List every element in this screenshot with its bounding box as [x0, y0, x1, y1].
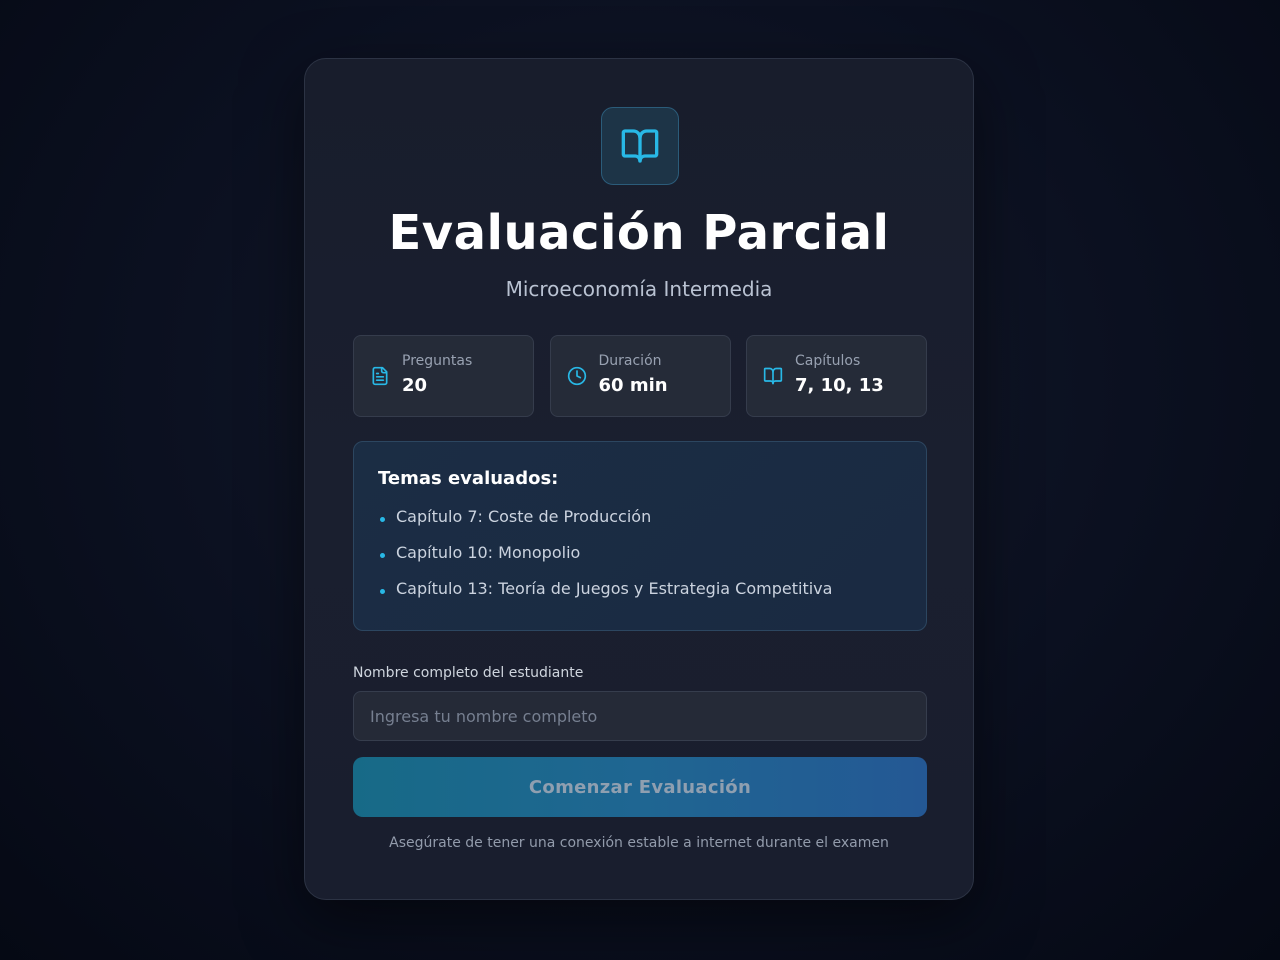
stat-label: Duración — [598, 353, 662, 369]
stat-label: Preguntas — [402, 353, 473, 369]
topics-heading: Temas evaluados: — [378, 468, 559, 489]
book-open-icon — [621, 129, 659, 163]
connection-note: Asegúrate de tener una conexión estable … — [389, 835, 889, 851]
exam-card: Evaluación Parcial Microeconomía Interme… — [304, 58, 974, 900]
name-field-label: Nombre completo del estudiante — [353, 665, 584, 681]
stat-value: 20 — [402, 375, 428, 396]
topics-list: Capítulo 7: Coste de Producción Capítulo… — [378, 506, 832, 614]
exam-stats: Preguntas 20 Duración 60 min Capítulos 7… — [353, 335, 927, 417]
student-name-input[interactable] — [353, 691, 927, 741]
list-item: Capítulo 7: Coste de Producción — [378, 506, 832, 542]
book-open-icon — [763, 367, 783, 385]
stat-card-duration: Duración 60 min — [549, 335, 731, 417]
topic-text: Capítulo 13: Teoría de Juegos y Estrateg… — [396, 579, 833, 598]
bullet-icon — [380, 589, 385, 594]
bullet-icon — [380, 553, 385, 558]
stat-card-chapters: Capítulos 7, 10, 13 — [746, 335, 927, 417]
page-title: Evaluación Parcial — [388, 205, 890, 261]
stat-card-questions: Preguntas 20 — [353, 335, 534, 417]
start-exam-button[interactable]: Comenzar Evaluación — [353, 757, 927, 817]
course-subtitle: Microeconomía Intermedia — [505, 277, 773, 301]
topic-text: Capítulo 10: Monopolio — [396, 543, 581, 562]
list-item: Capítulo 13: Teoría de Juegos y Estrateg… — [378, 578, 832, 614]
clock-icon — [567, 366, 586, 386]
bullet-icon — [380, 517, 385, 522]
stat-value: 60 min — [598, 375, 668, 396]
stat-value: 7, 10, 13 — [795, 375, 884, 396]
file-text-icon — [372, 366, 388, 386]
list-item: Capítulo 10: Monopolio — [378, 542, 832, 578]
stat-label: Capítulos — [795, 353, 861, 369]
topics-panel: Temas evaluados: Capítulo 7: Coste de Pr… — [353, 441, 927, 631]
topic-text: Capítulo 7: Coste de Producción — [396, 507, 652, 526]
logo-badge — [601, 107, 679, 185]
